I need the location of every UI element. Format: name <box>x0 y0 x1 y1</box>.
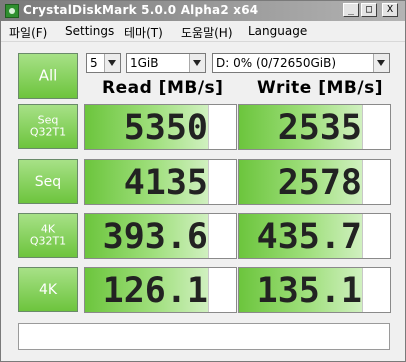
4k-q32t1-button[interactable]: 4K Q32T1 <box>18 213 78 258</box>
read-value: 4135 <box>123 163 208 203</box>
read-result-seq: 4135 <box>84 159 237 205</box>
write-result-seq: 2578 <box>238 159 391 205</box>
write-value: 2578 <box>277 163 362 203</box>
menu-theme[interactable]: 테마(T) <box>124 24 163 41</box>
write-value: 2535 <box>277 108 362 148</box>
menu-language[interactable]: Language <box>248 24 307 38</box>
write-value: 135.1 <box>256 271 362 311</box>
seq-button[interactable]: Seq <box>18 159 78 204</box>
menu-help[interactable]: 도움말(H) <box>181 24 233 41</box>
row-sublabel: Q32T1 <box>29 234 67 248</box>
read-value: 393.6 <box>102 217 208 257</box>
comment-field[interactable] <box>18 323 390 350</box>
chevron-down-icon <box>189 54 205 72</box>
4k-button[interactable]: 4K <box>18 267 78 312</box>
minimize-button[interactable]: _ <box>343 3 359 17</box>
size-value: 1GiB <box>130 56 159 70</box>
write-result-4k-q32t1: 435.7 <box>238 213 391 259</box>
menu-file[interactable]: 파일(F) <box>9 24 47 41</box>
write-result-4k: 135.1 <box>238 267 391 313</box>
runs-value: 5 <box>90 56 98 70</box>
close-button[interactable]: X <box>382 3 398 17</box>
read-header: Read [MB/s] <box>102 78 224 98</box>
row-label: 4K <box>40 221 56 235</box>
row-label: Seq <box>37 112 59 126</box>
read-result-4k-q32t1: 393.6 <box>84 213 237 259</box>
chevron-down-icon <box>373 54 389 72</box>
app-window: CrystalDiskMark 5.0.0 Alpha2 x64 _ □ X 파… <box>0 0 406 362</box>
crystaldiskmark-icon <box>5 4 19 18</box>
maximize-button[interactable]: □ <box>361 3 377 17</box>
drive-value: D: 0% (0/72650GiB) <box>216 56 337 70</box>
row-label: Seq <box>34 173 62 190</box>
runs-select[interactable]: 5 <box>86 53 121 73</box>
all-button-label: All <box>38 66 58 85</box>
chevron-down-icon <box>104 54 120 72</box>
write-value: 435.7 <box>256 217 362 257</box>
read-value: 5350 <box>123 108 208 148</box>
read-result-seq-q32t1: 5350 <box>84 104 237 150</box>
read-value: 126.1 <box>102 271 208 311</box>
write-result-seq-q32t1: 2535 <box>238 104 391 150</box>
size-select[interactable]: 1GiB <box>126 53 206 73</box>
seq-q32t1-button[interactable]: Seq Q32T1 <box>18 104 78 149</box>
menu-settings[interactable]: Settings <box>65 24 114 38</box>
row-label: 4K <box>38 281 58 298</box>
row-sublabel: Q32T1 <box>29 125 67 139</box>
all-button[interactable]: All <box>18 53 78 99</box>
read-result-4k: 126.1 <box>84 267 237 313</box>
drive-select[interactable]: D: 0% (0/72650GiB) <box>212 53 390 73</box>
write-header: Write [MB/s] <box>257 78 383 98</box>
menu-bar: 파일(F) Settings 테마(T) 도움말(H) Language <box>1 21 405 42</box>
title-bar[interactable]: CrystalDiskMark 5.0.0 Alpha2 x64 _ □ X <box>1 1 405 21</box>
window-title: CrystalDiskMark 5.0.0 Alpha2 x64 <box>23 3 259 17</box>
